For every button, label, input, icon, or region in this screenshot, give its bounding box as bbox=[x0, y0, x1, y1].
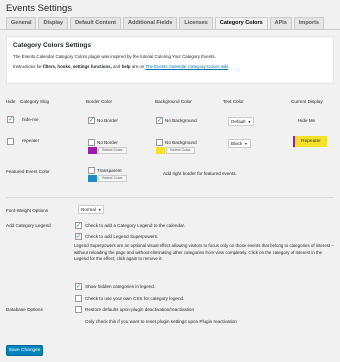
page-title: Events Settings bbox=[6, 3, 73, 14]
hide-checkbox-repeater[interactable] bbox=[7, 138, 14, 145]
featured-event-label: Featured Event Color bbox=[6, 169, 50, 174]
header-background-color: Background Color bbox=[155, 99, 192, 104]
border-select-color-button[interactable]: Select Color bbox=[98, 147, 127, 154]
text-color-select[interactable]: Black ▼ bbox=[228, 139, 251, 148]
category-slug: hide-me bbox=[22, 117, 39, 122]
info-heading: Category Colors Settings bbox=[13, 42, 92, 49]
header-current-display: Current Display bbox=[291, 99, 323, 104]
no-background-checkbox[interactable] bbox=[156, 139, 163, 146]
category-slug: repeater bbox=[22, 138, 40, 143]
tab-default-content[interactable]: Default Content bbox=[70, 17, 122, 29]
restore-defaults-checkbox[interactable] bbox=[75, 306, 82, 313]
font-weight-label: Font-Weight Options bbox=[6, 208, 49, 213]
info-line2: Instructions for filters, hooks, setting… bbox=[13, 64, 230, 69]
add-legend-text: Check to add a Category Legend to the ca… bbox=[85, 223, 186, 228]
own-css-text: Check to use your own CSS for category l… bbox=[85, 296, 185, 301]
no-background-label: No Background bbox=[165, 140, 197, 145]
chevron-down-icon: ▼ bbox=[97, 208, 102, 212]
background-color-swatch[interactable] bbox=[156, 147, 165, 154]
tab-imports[interactable]: Imports bbox=[293, 17, 325, 29]
display-preview: Repeater bbox=[293, 136, 327, 147]
database-options-label: Database Options bbox=[6, 307, 43, 312]
header-border-color: Border Color bbox=[86, 99, 113, 104]
display-preview: Hide Me bbox=[298, 118, 316, 123]
info-panel: Category Colors Settings The Events Cale… bbox=[6, 36, 334, 84]
section-divider bbox=[6, 197, 334, 198]
tab-additional-fields[interactable]: Additional Fields bbox=[123, 17, 178, 29]
tab-display[interactable]: Display bbox=[38, 17, 69, 29]
show-hidden-checkbox[interactable] bbox=[75, 282, 82, 290]
header-text-color: Text Color bbox=[223, 99, 244, 104]
font-weight-select[interactable]: Normal ▼ bbox=[78, 205, 105, 214]
transparent-checkbox[interactable] bbox=[88, 167, 95, 174]
tab-category-colors[interactable]: Category Colors bbox=[214, 17, 268, 29]
transparent-label: Transparent bbox=[97, 168, 122, 173]
text-color-select[interactable]: Default ▼ bbox=[228, 117, 255, 126]
no-border-checkbox[interactable] bbox=[88, 139, 95, 146]
add-legend-checkbox[interactable] bbox=[75, 221, 82, 229]
border-color-swatch[interactable] bbox=[88, 147, 97, 154]
show-hidden-text: Show hidden categories in legend. bbox=[85, 284, 156, 289]
tab-divider bbox=[0, 29, 340, 30]
no-border-checkbox[interactable] bbox=[88, 116, 95, 124]
tab-general[interactable]: General bbox=[6, 17, 37, 29]
no-background-label: No Background bbox=[165, 118, 197, 123]
legend-superpowers-checkbox[interactable] bbox=[75, 232, 82, 240]
chevron-down-icon: ▼ bbox=[244, 142, 248, 146]
header-category-slug: Category Slug bbox=[20, 99, 50, 104]
featured-select-color-button[interactable]: Select Color bbox=[98, 175, 127, 182]
wiki-link[interactable]: The Events Calendar Category Colors wiki bbox=[145, 64, 228, 69]
no-background-checkbox[interactable] bbox=[156, 116, 163, 124]
no-border-label: No Border bbox=[97, 118, 118, 123]
restore-defaults-text: Restore defaults upon plugin deactivatio… bbox=[85, 307, 195, 312]
own-css-checkbox[interactable] bbox=[75, 295, 82, 302]
featured-hint: Add right border for featured events. bbox=[163, 171, 237, 176]
info-line1: The Events Calendar Category Colors plug… bbox=[13, 54, 216, 59]
tab-licenses[interactable]: Licenses bbox=[179, 17, 213, 29]
legend-superpowers-text: Check to add Legend Superpowers. bbox=[85, 234, 159, 239]
category-legend-label: Add Category Legend bbox=[6, 223, 51, 228]
tab-apis[interactable]: APIs bbox=[269, 17, 292, 29]
no-border-label: No Border bbox=[97, 140, 118, 145]
superpowers-description: Legend Superpowers are an optional visua… bbox=[74, 243, 334, 261]
restore-note: Only check this if you want to reset plu… bbox=[85, 319, 237, 324]
save-changes-button[interactable]: Save Changes bbox=[6, 345, 43, 356]
chevron-down-icon: ▼ bbox=[247, 120, 252, 124]
settings-tabs: General Display Default Content Addition… bbox=[6, 17, 325, 29]
background-select-color-button[interactable]: Select Color bbox=[166, 147, 195, 154]
featured-color-swatch[interactable] bbox=[88, 175, 97, 182]
header-hide: Hide bbox=[6, 99, 16, 104]
hide-checkbox-hide-me[interactable] bbox=[7, 115, 14, 123]
